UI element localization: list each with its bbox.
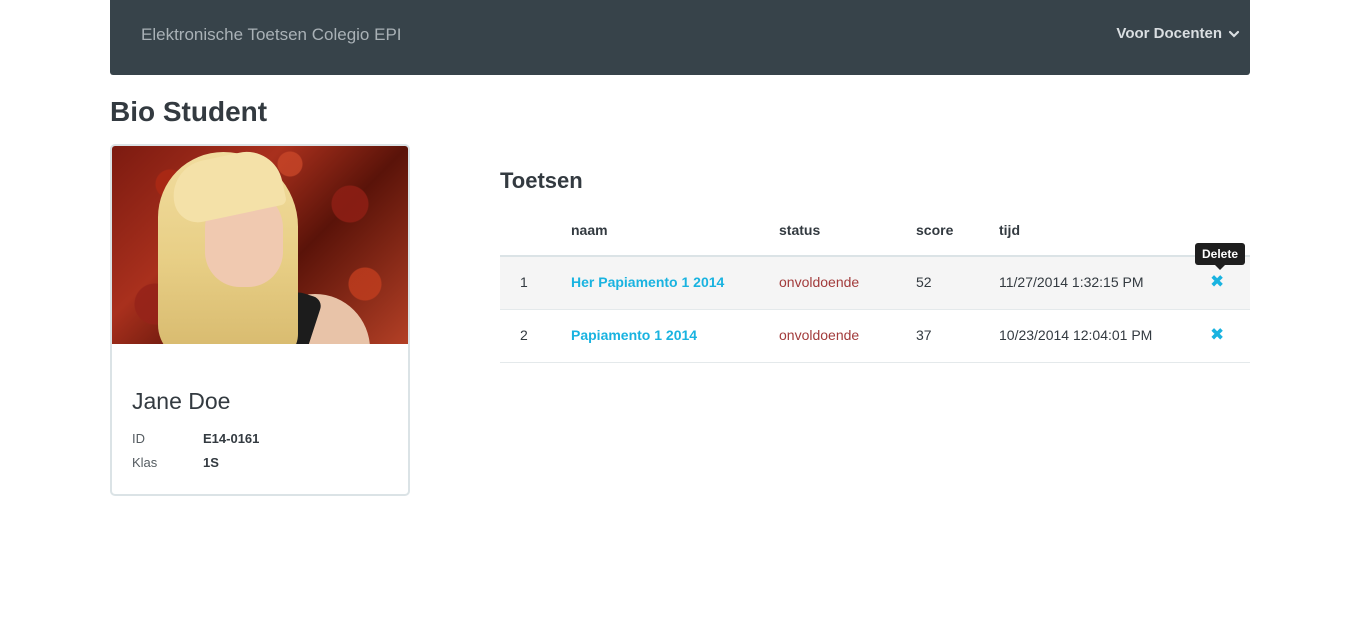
brand-link[interactable]: Elektronische Toetsen Colegio EPI	[141, 25, 402, 45]
klas-value: 1S	[203, 455, 219, 470]
test-time: 10/23/2014 12:04:01 PM	[999, 327, 1153, 343]
student-name: Jane Doe	[132, 388, 231, 414]
tests-table: naam status score tijd 1 Her Papiamento …	[500, 212, 1250, 363]
student-profile-card: Jane Doe ID E14-0161 Klas 1S	[110, 144, 410, 496]
test-name-link[interactable]: Her Papiamento 1 2014	[571, 274, 724, 290]
voor-docenten-label: Voor Docenten	[1116, 25, 1222, 42]
delete-icon[interactable]: ✖	[1210, 272, 1224, 292]
test-time: 11/27/2014 1:32:15 PM	[999, 274, 1144, 290]
student-photo	[112, 146, 408, 344]
test-name-link[interactable]: Papiamento 1 2014	[571, 327, 697, 343]
klas-label: Klas	[132, 455, 158, 470]
tests-section-title: Toetsen	[500, 168, 583, 193]
top-navbar: Elektronische Toetsen Colegio EPI Voor D…	[110, 0, 1250, 75]
test-status: onvoldoende	[779, 274, 860, 290]
table-row: 2 Papiamento 1 2014 onvoldoende 37 10/23…	[500, 310, 1250, 363]
id-value: E14-0161	[203, 431, 260, 446]
column-header-naam: naam	[571, 222, 608, 238]
id-label: ID	[132, 431, 145, 446]
column-header-tijd: tijd	[999, 222, 1020, 238]
page-title: Bio Student	[110, 96, 268, 127]
row-number: 1	[520, 274, 528, 290]
delete-icon[interactable]: ✖	[1210, 325, 1224, 345]
column-header-score: score	[916, 222, 954, 238]
test-score: 52	[916, 274, 932, 290]
chevron-down-icon	[1228, 30, 1240, 38]
test-score: 37	[916, 327, 932, 343]
table-row: 1 Her Papiamento 1 2014 onvoldoende 52 1…	[500, 257, 1250, 310]
row-number: 2	[520, 327, 528, 343]
test-status: onvoldoende	[779, 327, 860, 343]
voor-docenten-dropdown[interactable]: Voor Docenten	[1116, 25, 1240, 42]
column-header-status: status	[779, 222, 821, 238]
delete-tooltip: Delete	[1195, 243, 1246, 270]
table-header: naam status score tijd	[500, 212, 1250, 257]
